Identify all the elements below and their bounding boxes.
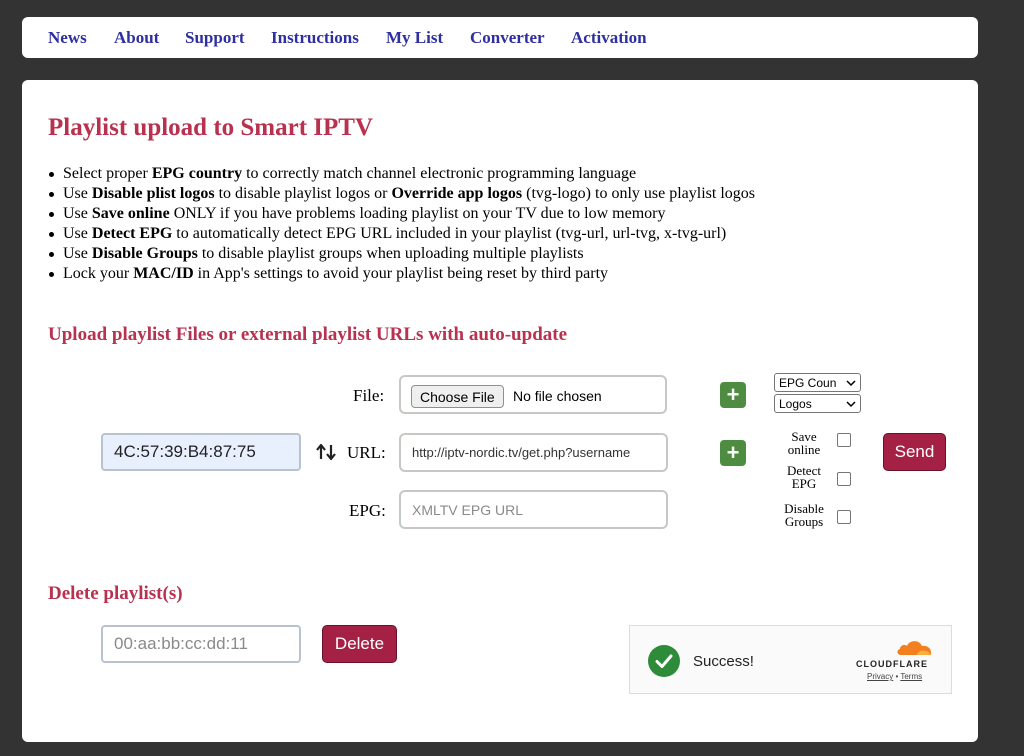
epg-label: EPG: <box>349 501 386 520</box>
captcha-links: Privacy • Terms <box>867 672 922 681</box>
nav-instructions[interactable]: Instructions <box>271 28 359 48</box>
file-input[interactable]: Choose File No file chosen <box>399 375 667 414</box>
chevron-down-icon <box>846 401 856 408</box>
privacy-link[interactable]: Privacy <box>867 672 893 681</box>
list-item: Use Disable plist logos to disable playl… <box>49 185 755 202</box>
logos-select[interactable]: Logos <box>774 394 861 413</box>
page-title: Playlist upload to Smart IPTV <box>48 114 374 141</box>
save-online-label: Save online <box>787 429 821 457</box>
terms-link[interactable]: Terms <box>900 672 922 681</box>
list-item: Select proper EPG country to correctly m… <box>49 164 755 184</box>
list-item: Use Disable Groups to disable playlist g… <box>49 244 755 264</box>
nav-news[interactable]: News <box>48 28 87 48</box>
url-input[interactable]: http://iptv-nordic.tv/get.php?username <box>399 433 668 472</box>
nav-about[interactable]: About <box>114 28 159 48</box>
list-item: Lock your MAC/ID in App's settings to av… <box>49 264 755 284</box>
file-label: File: <box>353 386 385 405</box>
url-label: URL: <box>347 443 386 462</box>
epg-country-select[interactable]: EPG Coun <box>774 373 861 392</box>
add-url-button[interactable]: + <box>720 440 746 466</box>
logos-value: Logos <box>779 396 812 411</box>
list-item: Use Save online ONLY if you have problem… <box>49 204 755 224</box>
nav-converter[interactable]: Converter <box>470 28 545 48</box>
nav-activation[interactable]: Activation <box>571 28 647 48</box>
link-separator: • <box>895 672 899 681</box>
swap-vertical-icon[interactable] <box>315 442 337 462</box>
nav-my-list[interactable]: My List <box>386 28 443 48</box>
captcha-status: Success! <box>693 653 754 670</box>
mac-address-input[interactable]: 4C:57:39:B4:87:75 <box>101 433 301 471</box>
disable-groups-checkbox[interactable] <box>837 510 851 524</box>
add-file-button[interactable]: + <box>720 382 746 408</box>
delete-button[interactable]: Delete <box>322 625 397 663</box>
nav-support[interactable]: Support <box>185 28 245 48</box>
send-button[interactable]: Send <box>883 433 946 471</box>
top-nav: News About Support Instructions My List … <box>22 17 978 58</box>
detect-epg-checkbox[interactable] <box>837 472 851 486</box>
delete-mac-input[interactable]: 00:aa:bb:cc:dd:11 <box>101 625 301 663</box>
delete-heading: Delete playlist(s) <box>48 583 183 604</box>
list-item: Use Detect EPG to automatically detect E… <box>49 224 755 244</box>
detect-epg-label: Detect EPG <box>787 463 821 491</box>
main-panel: Playlist upload to Smart IPTV Select pro… <box>22 80 978 742</box>
disable-groups-label: Disable Groups <box>784 501 824 529</box>
cloudflare-logo-icon <box>897 641 932 655</box>
captcha-widget: Success! CLOUDFLARE Privacy • Terms <box>629 625 952 694</box>
choose-file-button[interactable]: Choose File <box>411 385 504 408</box>
chevron-down-icon <box>846 380 856 387</box>
epg-url-input[interactable]: XMLTV EPG URL <box>399 490 668 529</box>
instructions-list: Select proper EPG country to correctly m… <box>49 164 755 284</box>
success-check-icon <box>648 645 680 677</box>
cloudflare-brand: CLOUDFLARE <box>856 659 928 669</box>
epg-country-value: EPG Coun <box>779 375 837 390</box>
save-online-checkbox[interactable] <box>837 433 851 447</box>
no-file-text: No file chosen <box>513 388 602 404</box>
upload-heading: Upload playlist Files or external playli… <box>48 324 568 345</box>
